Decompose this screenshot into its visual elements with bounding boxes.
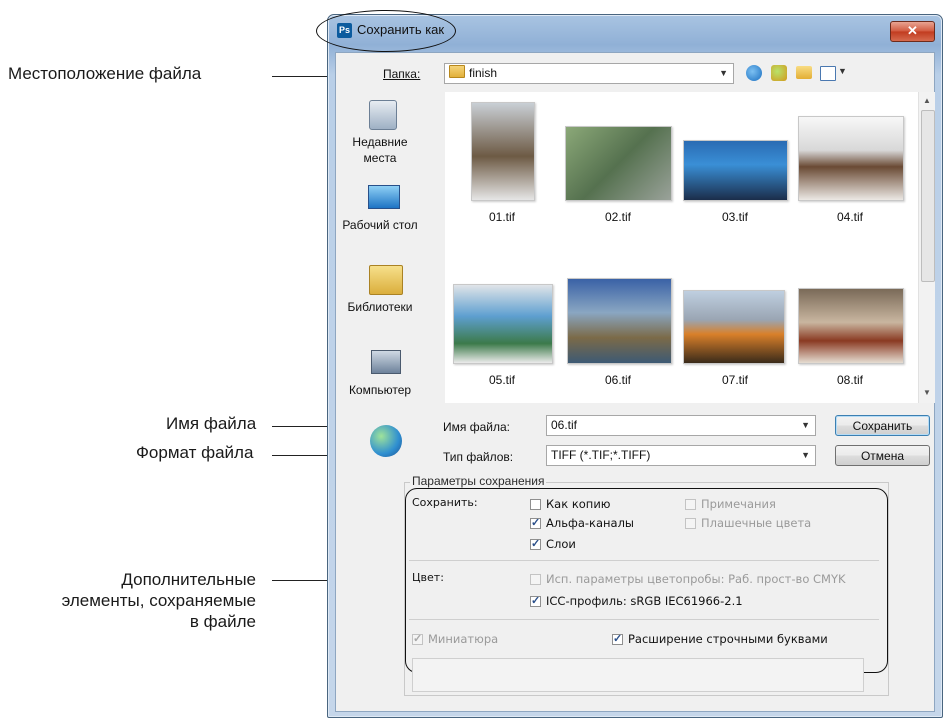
chevron-down-icon: ▼: [719, 68, 728, 78]
location-label: Папка:: [383, 67, 421, 81]
location-value: finish: [469, 66, 498, 80]
file-name-08: 08.tif: [836, 373, 863, 387]
thumbnail-04[interactable]: [798, 116, 904, 201]
callout-file-name: Имя файла: [166, 414, 257, 433]
location-combo[interactable]: finish ▼: [444, 63, 734, 84]
place-libraries[interactable]: Библиотеки: [340, 300, 420, 314]
place-recent-label: Недавние места: [352, 135, 408, 165]
recent-places-icon: [369, 100, 397, 130]
callout-extra-line1: Дополнительные: [121, 570, 256, 589]
callout-file-location: Местоположение файла: [8, 64, 202, 83]
thumbnail-07[interactable]: [683, 290, 785, 364]
folder-icon: [449, 65, 465, 78]
title-highlight-ellipse: [316, 10, 456, 52]
network-icon: [370, 425, 402, 457]
place-desktop[interactable]: Рабочий стол: [335, 218, 425, 232]
computer-icon: [371, 350, 401, 374]
options-info-area: [412, 658, 864, 692]
callout-file-format: Формат файла: [136, 443, 254, 462]
back-icon[interactable]: [746, 65, 762, 81]
cancel-button[interactable]: Отмена: [835, 445, 930, 466]
filetype-value: TIFF (*.TIF;*.TIFF): [551, 448, 651, 462]
filename-value: 06.tif: [551, 418, 578, 432]
file-name-07: 07.tif: [721, 373, 748, 387]
scroll-thumb[interactable]: [921, 110, 935, 282]
chevron-down-icon: ▼: [801, 420, 810, 430]
close-button[interactable]: ✕: [890, 21, 935, 42]
thumbnail-08[interactable]: [798, 288, 904, 364]
thumbnail-06[interactable]: [567, 278, 672, 364]
save-button[interactable]: Сохранить: [835, 415, 930, 436]
file-name-01: 01.tif: [488, 210, 515, 224]
scroll-down-icon[interactable]: ▼: [919, 388, 935, 397]
file-list-scrollbar[interactable]: ▲ ▼: [918, 92, 935, 403]
file-name-02: 02.tif: [604, 210, 631, 224]
place-computer-label: Компьютер: [348, 383, 412, 397]
place-recent[interactable]: Недавние места: [340, 134, 420, 166]
thumbnail-03[interactable]: [683, 140, 788, 201]
extra-elements-highlight: [405, 488, 888, 673]
desktop-icon: [368, 185, 400, 209]
view-menu-chevron-icon: ▼: [838, 66, 847, 76]
place-computer[interactable]: Компьютер: [340, 383, 420, 397]
filetype-label: Тип файлов:: [443, 450, 514, 464]
place-libraries-label: Библиотеки: [347, 300, 413, 314]
scroll-up-icon[interactable]: ▲: [919, 96, 935, 105]
up-folder-icon[interactable]: [771, 65, 787, 81]
filetype-select[interactable]: TIFF (*.TIF;*.TIFF) ▼: [546, 445, 816, 466]
save-options-title: Параметры сохранения: [410, 474, 547, 488]
thumbnail-05[interactable]: [453, 284, 553, 364]
new-folder-icon[interactable]: [796, 66, 812, 79]
file-list[interactable]: 01.tif 02.tif 03.tif 04.tif 05.tif 06.ti…: [445, 92, 918, 403]
thumbnail-02[interactable]: [565, 126, 672, 201]
libraries-icon: [369, 265, 403, 295]
chevron-down-icon: ▼: [801, 450, 810, 460]
place-desktop-label: Рабочий стол: [342, 218, 418, 232]
file-name-04: 04.tif: [836, 210, 863, 224]
thumbnail-01[interactable]: [471, 102, 535, 201]
filename-label: Имя файла:: [443, 420, 510, 434]
callout-extra-elements: Дополнительные элементы, сохраняемые в ф…: [0, 569, 256, 632]
filename-input[interactable]: 06.tif ▼: [546, 415, 816, 436]
file-name-05: 05.tif: [488, 373, 515, 387]
file-name-06: 06.tif: [604, 373, 631, 387]
callout-extra-line3: в файле: [189, 612, 256, 631]
file-name-03: 03.tif: [721, 210, 748, 224]
view-menu-icon[interactable]: [820, 66, 836, 81]
callout-extra-line2: элементы, сохраняемые: [61, 591, 256, 610]
